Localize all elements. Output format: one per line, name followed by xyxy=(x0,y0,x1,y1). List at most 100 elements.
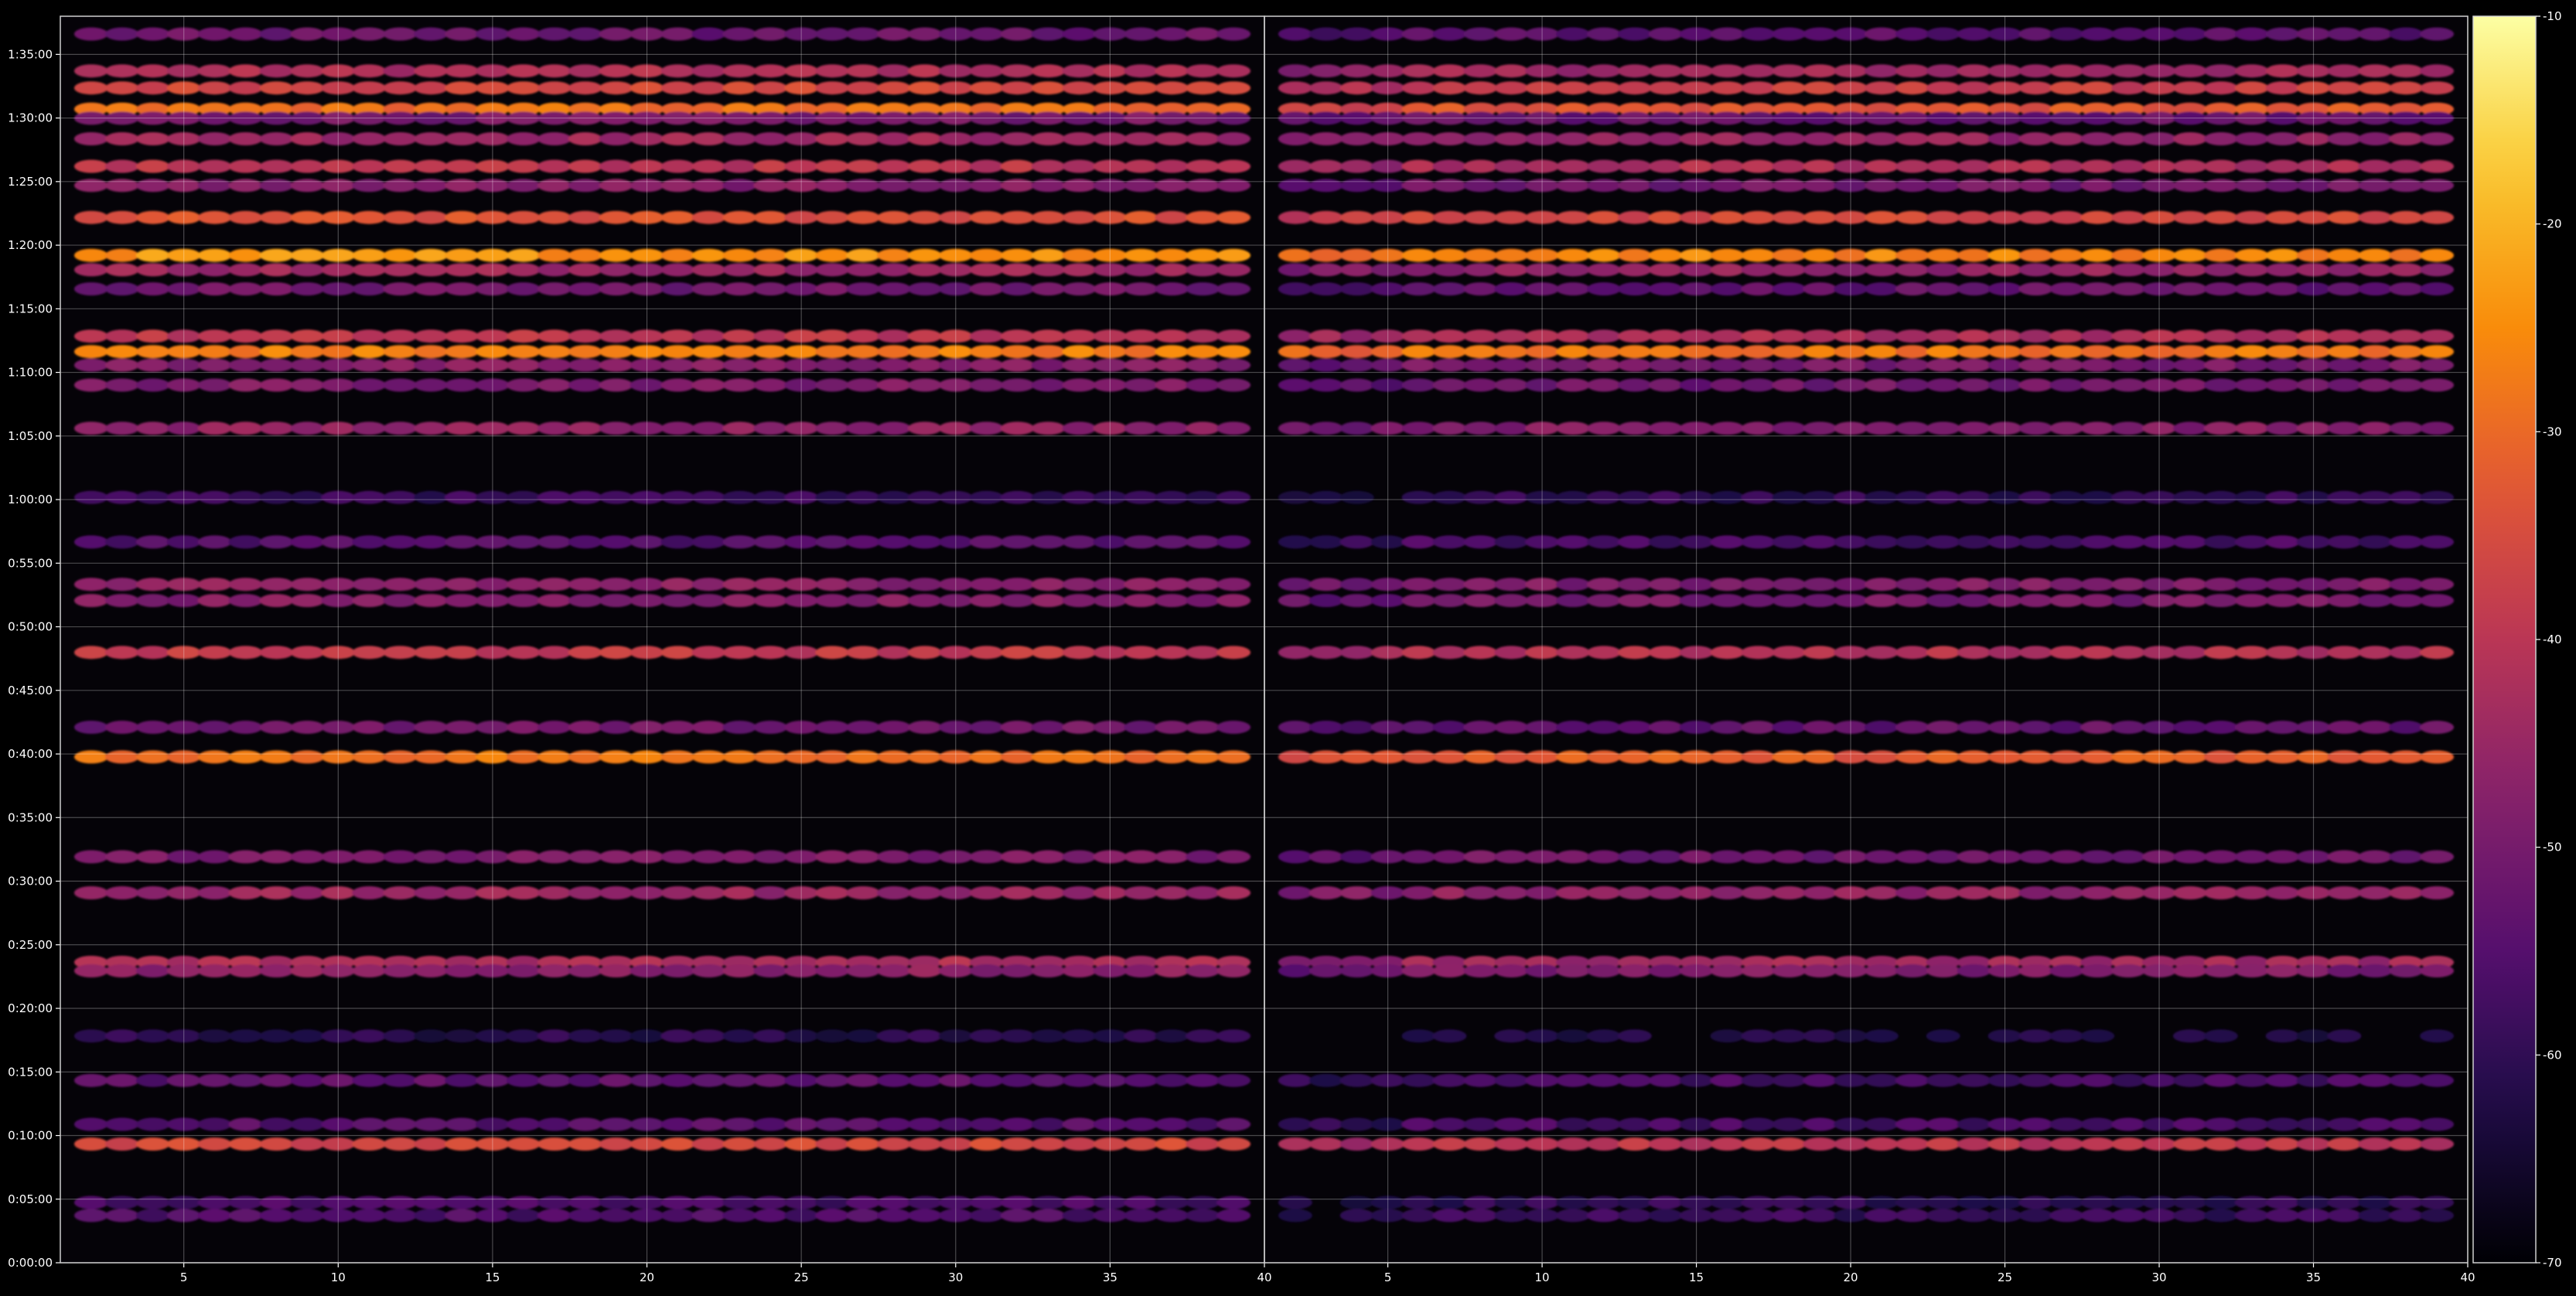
heat-cell xyxy=(383,594,418,608)
heat-cell xyxy=(660,64,695,78)
colorbar-tick-label: -20 xyxy=(2543,217,2562,231)
heat-cell xyxy=(1216,329,1251,343)
heat-cell xyxy=(73,159,108,173)
heat-cell xyxy=(691,329,726,343)
heat-cell xyxy=(599,1029,633,1043)
heat-cell xyxy=(907,132,942,145)
heat-cell xyxy=(1494,1137,1529,1151)
heat-cell xyxy=(1000,248,1035,262)
heat-cell xyxy=(1278,578,1312,592)
heat-cell xyxy=(1895,263,1929,277)
heat-cell xyxy=(568,358,602,372)
heat-cell xyxy=(506,81,541,95)
heat-cell xyxy=(290,132,325,145)
heat-cell xyxy=(1432,263,1467,277)
heat-cell xyxy=(907,1029,942,1043)
heat-cell xyxy=(2389,64,2424,78)
heat-cell xyxy=(2049,850,2084,864)
heat-cell xyxy=(1617,1029,1652,1043)
heat-cell xyxy=(1124,535,1158,549)
heat-cell xyxy=(259,378,294,392)
heat-cell xyxy=(599,159,633,173)
heat-cell xyxy=(568,578,602,592)
heat-cell xyxy=(846,81,880,95)
heat-cell xyxy=(1494,282,1529,296)
heat-cell xyxy=(197,578,232,592)
heat-cell xyxy=(1957,132,1991,145)
heat-cell xyxy=(1463,721,1498,734)
heat-cell xyxy=(537,179,571,193)
heat-cell xyxy=(1648,282,1683,296)
heat-cell xyxy=(2111,27,2146,41)
heat-cell xyxy=(2111,646,2146,660)
heat-cell xyxy=(660,535,695,549)
heat-cell xyxy=(1124,159,1158,173)
heat-cell xyxy=(1401,282,1436,296)
heat-cell xyxy=(1494,1195,1529,1209)
heat-cell xyxy=(691,886,726,900)
heat-cell xyxy=(2080,421,2115,435)
heat-cell xyxy=(2172,1073,2207,1087)
heat-cell xyxy=(907,750,942,764)
heat-cell xyxy=(1124,132,1158,145)
heat-cell xyxy=(753,345,788,359)
heat-cell xyxy=(1463,1209,1498,1223)
heat-cell xyxy=(2234,886,2269,900)
heat-cell xyxy=(1957,345,1991,359)
heat-cell xyxy=(1031,1209,1066,1223)
heat-cell xyxy=(1926,535,1960,549)
heat-cell xyxy=(1741,1029,1776,1043)
heat-cell xyxy=(73,210,108,224)
heat-cell xyxy=(1062,1117,1097,1131)
heat-cell xyxy=(1772,490,1807,504)
heat-cell xyxy=(135,248,170,262)
heat-cell xyxy=(876,721,911,734)
heat-cell xyxy=(2018,1073,2053,1087)
heat-cell xyxy=(352,64,387,78)
heat-cell xyxy=(2049,1029,2084,1043)
heat-cell xyxy=(2080,282,2115,296)
heat-cell xyxy=(445,1137,479,1151)
heat-cell xyxy=(1000,378,1035,392)
heat-cell xyxy=(383,750,418,764)
heat-cell xyxy=(1772,27,1807,41)
heat-cell xyxy=(660,358,695,372)
heat-cell xyxy=(2420,329,2455,343)
heat-cell xyxy=(815,27,850,41)
y-tick-label: 1:15:00 xyxy=(8,302,53,315)
heat-cell xyxy=(290,282,325,296)
heat-cell xyxy=(2049,886,2084,900)
heat-cell xyxy=(1648,329,1683,343)
heat-cell xyxy=(414,886,449,900)
heat-cell xyxy=(2049,27,2084,41)
heat-cell xyxy=(815,964,850,977)
heat-cell xyxy=(1401,421,1436,435)
heat-cell xyxy=(568,378,602,392)
heat-cell xyxy=(1463,282,1498,296)
heat-cell xyxy=(259,1195,294,1209)
heat-cell xyxy=(1710,81,1745,95)
heat-cell xyxy=(2265,282,2300,296)
heat-cell xyxy=(1031,421,1066,435)
heat-cell xyxy=(2172,721,2207,734)
heat-cell xyxy=(846,358,880,372)
heat-cell xyxy=(104,81,139,95)
heat-cell xyxy=(846,1029,880,1043)
heat-cell xyxy=(2358,248,2393,262)
y-tick-label: 0:30:00 xyxy=(8,875,53,888)
heat-cell xyxy=(2420,750,2455,764)
heat-cell xyxy=(2234,282,2269,296)
heat-cell xyxy=(1648,132,1683,145)
heat-cell xyxy=(1957,721,1991,734)
heat-cell xyxy=(1432,64,1467,78)
heat-cell xyxy=(1155,358,1189,372)
heat-cell xyxy=(2049,535,2084,549)
heat-cell xyxy=(414,179,449,193)
heat-cell xyxy=(1648,578,1683,592)
heat-cell xyxy=(352,1117,387,1131)
heat-cell xyxy=(1124,345,1158,359)
heat-cell xyxy=(1432,345,1467,359)
heat-cell xyxy=(290,1073,325,1087)
heat-cell xyxy=(197,421,232,435)
heat-cell xyxy=(1062,64,1097,78)
